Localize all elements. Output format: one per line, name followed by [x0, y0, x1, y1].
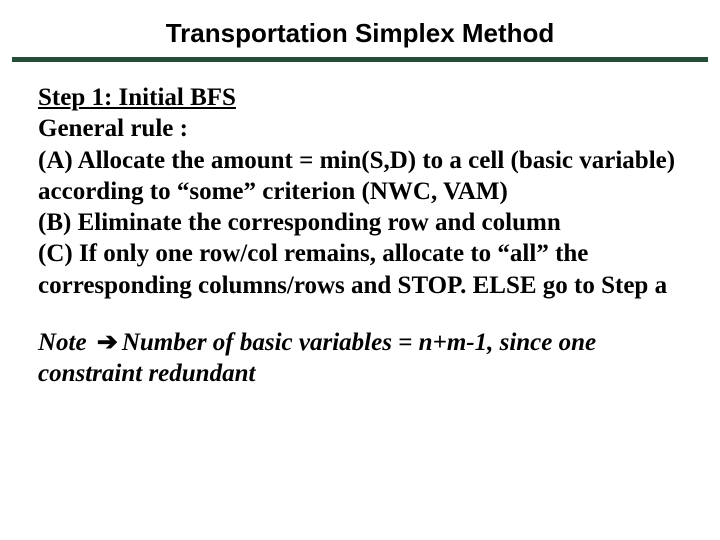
- slide-title: Transportation Simplex Method: [0, 18, 720, 57]
- note-prefix: Note: [38, 329, 87, 356]
- step-heading: Step 1: Initial BFS: [38, 84, 236, 111]
- rule-item-b: (B) Eliminate the corresponding row and …: [38, 207, 682, 238]
- note-text: Number of basic variables = n+m-1, since…: [38, 329, 596, 387]
- rule-item-c: (C) If only one row/col remains, allocat…: [38, 238, 682, 301]
- general-rule-label: General rule :: [38, 113, 682, 144]
- note-line: Note ➔Number of basic variables = n+m-1,…: [38, 327, 682, 390]
- rule-item-a: (A) Allocate the amount = min(S,D) to a …: [38, 145, 682, 208]
- title-underline-rule: [12, 57, 708, 62]
- arrow-right-icon: ➔: [93, 327, 122, 358]
- slide-body: Step 1: Initial BFS General rule : (A) A…: [0, 82, 720, 389]
